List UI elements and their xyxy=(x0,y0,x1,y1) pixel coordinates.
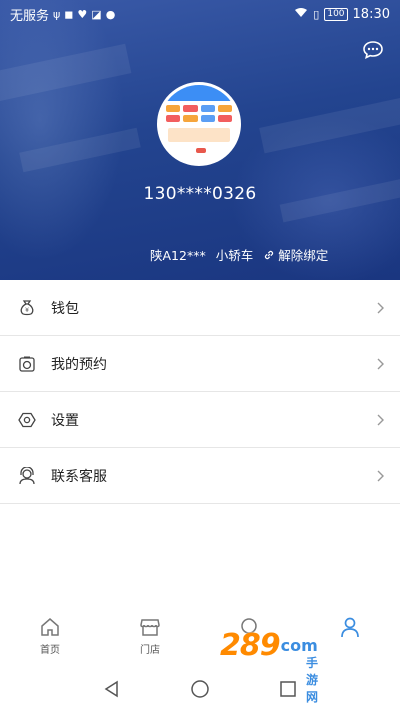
car-type: 小轿车 xyxy=(215,248,254,263)
menu-item-wallet[interactable]: ¥ 钱包 xyxy=(0,280,400,336)
tab-label: 门店 xyxy=(140,645,160,656)
profile-header: 无服务 ψ ◼ ♥ ◪ ● ▯ 100 18:30 130****0326 陕A… xyxy=(0,0,400,280)
settings-icon xyxy=(18,411,36,429)
chevron-right-icon xyxy=(377,358,384,369)
background-streak xyxy=(259,92,400,154)
menu-list: ¥ 钱包 我的预约 设置 联系客服 xyxy=(0,280,400,504)
back-icon[interactable] xyxy=(101,678,123,700)
tab-home[interactable]: 首页 xyxy=(0,610,100,666)
system-navigation-bar xyxy=(0,667,400,711)
recents-icon[interactable] xyxy=(277,678,299,700)
dot-icon: ● xyxy=(105,7,116,21)
menu-item-label: 钱包 xyxy=(51,300,79,317)
menu-item-settings[interactable]: 设置 xyxy=(0,392,400,448)
home-icon xyxy=(41,618,59,636)
vehicle-info: 陕A12*** 小轿车 解除绑定 xyxy=(150,245,328,264)
plate-number: 陕A12*** xyxy=(150,248,206,263)
home-button-icon[interactable] xyxy=(189,678,211,700)
carrier-text: 无服务 xyxy=(10,8,50,24)
store-icon xyxy=(140,619,160,636)
background-streak xyxy=(0,43,132,107)
customer-service-icon xyxy=(18,466,36,485)
camera-icon xyxy=(18,355,36,373)
site-watermark: 289 com 手游网 xyxy=(220,628,318,704)
unbind-label: 解除绑定 xyxy=(278,248,329,263)
menu-item-label: 设置 xyxy=(51,412,79,429)
bottom-navigation: 首页 门店 xyxy=(0,610,400,666)
heart-icon: ♥ xyxy=(77,7,88,21)
tab-label: 首页 xyxy=(40,645,60,656)
sim-icon: ▯ xyxy=(313,7,320,21)
menu-item-appointments[interactable]: 我的预约 xyxy=(0,336,400,392)
unbind-button[interactable]: 解除绑定 xyxy=(263,245,328,264)
menu-item-label: 我的预约 xyxy=(51,356,107,373)
user-phone-number: 130****0326 xyxy=(143,184,257,204)
background-streak xyxy=(19,127,141,173)
usb-icon: ψ xyxy=(53,7,61,21)
wifi-icon xyxy=(294,7,308,21)
clock-time: 18:30 xyxy=(352,6,390,22)
message-icon[interactable] xyxy=(362,40,384,60)
notification-icon: ◼ xyxy=(64,7,74,21)
app-icon: ◪ xyxy=(91,7,102,21)
chevron-right-icon xyxy=(377,470,384,481)
watermark-suffix: com xyxy=(280,636,318,655)
link-icon xyxy=(265,250,274,259)
status-bar: 无服务 ψ ◼ ♥ ◪ ● ▯ 100 18:30 xyxy=(0,0,400,28)
chevron-right-icon xyxy=(377,414,384,425)
svg-text:¥: ¥ xyxy=(25,307,29,314)
tab-store[interactable]: 门店 xyxy=(100,610,200,666)
chevron-right-icon xyxy=(377,302,384,313)
menu-item-customer-service[interactable]: 联系客服 xyxy=(0,448,400,504)
menu-item-label: 联系客服 xyxy=(51,468,107,485)
user-icon xyxy=(341,617,359,638)
battery-icon: 100 xyxy=(324,7,348,21)
screen: 无服务 ψ ◼ ♥ ◪ ● ▯ 100 18:30 130****0326 陕A… xyxy=(0,0,400,711)
avatar[interactable] xyxy=(157,82,241,166)
wallet-icon: ¥ xyxy=(18,299,36,317)
watermark-main: 289 xyxy=(220,628,281,663)
